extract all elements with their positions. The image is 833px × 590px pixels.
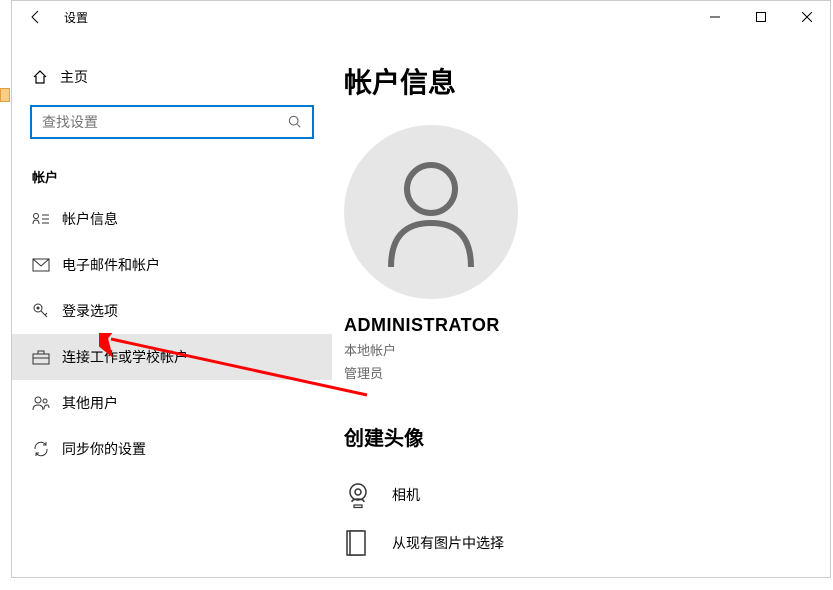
maximize-button[interactable] xyxy=(738,1,784,33)
sidebar-item-label: 电子邮件和帐户 xyxy=(62,255,160,275)
sidebar-item-work-school[interactable]: 连接工作或学校帐户 xyxy=(12,334,332,380)
briefcase-icon xyxy=(32,349,62,365)
search-box[interactable] xyxy=(30,105,314,139)
search-wrap xyxy=(12,97,332,147)
mail-icon xyxy=(32,258,62,272)
sidebar-item-label: 其他用户 xyxy=(62,393,118,413)
sidebar-item-account-info[interactable]: 帐户信息 xyxy=(12,196,332,242)
username: ADMINISTRATOR xyxy=(344,315,830,336)
home-label: 主页 xyxy=(60,67,88,87)
create-avatar-heading: 创建头像 xyxy=(344,422,830,451)
sidebar-item-label: 连接工作或学校帐户 xyxy=(62,347,188,367)
file-icon xyxy=(344,529,392,557)
left-edge-strip xyxy=(0,0,11,590)
account-type: 本地帐户 xyxy=(344,340,830,359)
account-role: 管理员 xyxy=(344,363,830,382)
close-button[interactable] xyxy=(784,1,830,33)
people-icon xyxy=(32,395,62,411)
option-camera[interactable]: 相机 xyxy=(344,471,830,519)
user-avatar xyxy=(344,125,518,299)
search-icon xyxy=(288,115,302,129)
option-browse-file[interactable]: 从现有图片中选择 xyxy=(344,519,830,567)
sidebar-item-email-accounts[interactable]: 电子邮件和帐户 xyxy=(12,242,332,288)
minimize-button[interactable] xyxy=(692,1,738,33)
person-icon xyxy=(381,157,481,267)
sidebar-item-label: 同步你的设置 xyxy=(62,439,146,459)
home-button[interactable]: 主页 xyxy=(12,57,332,97)
sidebar: 主页 帐户 帐户信息 xyxy=(12,33,332,577)
sidebar-section-header: 帐户 xyxy=(12,147,332,196)
back-button[interactable] xyxy=(28,9,56,25)
sync-icon xyxy=(32,440,62,458)
titlebar: 设置 xyxy=(12,1,830,33)
option-label: 从现有图片中选择 xyxy=(392,533,504,553)
key-icon xyxy=(32,302,62,320)
page-heading: 帐户信息 xyxy=(344,61,830,101)
window-body: 主页 帐户 帐户信息 xyxy=(12,33,830,577)
main-content: 帐户信息 ADMINISTRATOR 本地帐户 管理员 创建头像 相机 xyxy=(332,33,830,577)
search-input[interactable] xyxy=(42,114,288,130)
home-icon xyxy=(32,69,60,85)
edge-stripe xyxy=(0,88,10,102)
window-controls xyxy=(692,1,830,33)
sidebar-item-label: 帐户信息 xyxy=(62,209,118,229)
sidebar-item-label: 登录选项 xyxy=(62,301,118,321)
id-icon xyxy=(32,211,62,227)
sidebar-item-signin-options[interactable]: 登录选项 xyxy=(12,288,332,334)
window-title: 设置 xyxy=(64,9,88,26)
camera-icon xyxy=(344,481,392,509)
sidebar-item-sync-settings[interactable]: 同步你的设置 xyxy=(12,426,332,472)
sidebar-item-other-users[interactable]: 其他用户 xyxy=(12,380,332,426)
option-label: 相机 xyxy=(392,485,420,505)
settings-window: 设置 主页 xyxy=(11,0,831,578)
